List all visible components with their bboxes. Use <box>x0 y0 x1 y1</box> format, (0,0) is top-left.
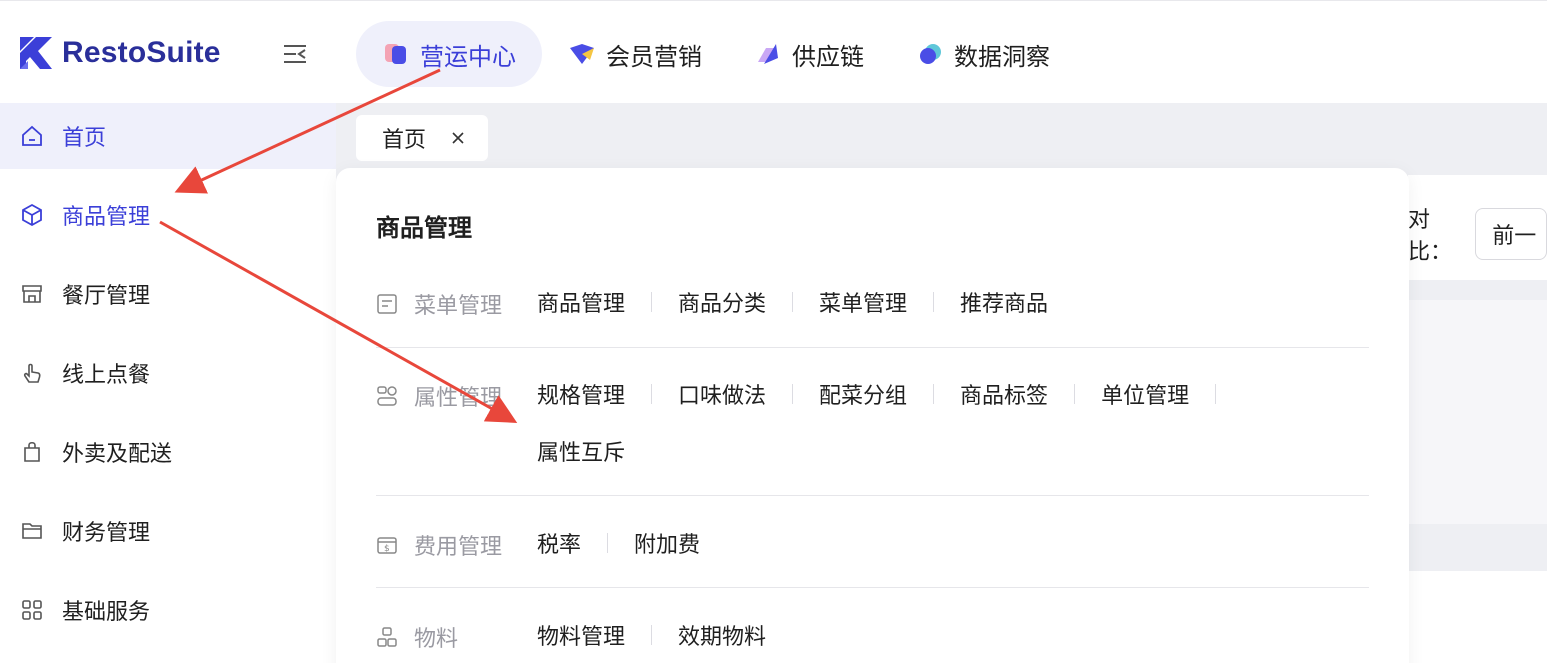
link-recommended-products[interactable]: 推荐商品 <box>960 288 1048 317</box>
sidebar-item-label: 财务管理 <box>62 521 151 546</box>
group-links: 规格管理 口味做法 配菜分组 商品标签 单位管理 <box>537 380 1297 409</box>
link-surcharge[interactable]: 附加费 <box>634 529 700 558</box>
tab-label: 首页 <box>382 128 427 153</box>
link-product-tags[interactable]: 商品标签 <box>960 380 1048 409</box>
group-attribute-management: 属性管理 <box>376 380 502 412</box>
sidebar-item-finance[interactable]: 财务管理 <box>0 498 336 564</box>
compare-control: 对比： 前一 <box>1408 202 1547 266</box>
separator <box>651 292 653 312</box>
group-label: 费用管理 <box>414 535 503 560</box>
sidebar-item-restaurant-management[interactable]: 餐厅管理 <box>0 261 336 327</box>
svg-text:$: $ <box>384 544 390 554</box>
group-menu-management: 菜单管理 <box>376 288 502 320</box>
divider <box>376 347 1369 348</box>
group-fee-management: $ 费用管理 <box>376 529 502 561</box>
link-material-management[interactable]: 物料管理 <box>537 621 625 650</box>
top-header: RestoSuite 营运中心 会员营销 供应链 数据洞察 <box>0 0 1547 103</box>
top-nav-label: 数据洞察 <box>954 42 1050 71</box>
supply-chain-icon <box>758 44 778 64</box>
tap-hand-icon <box>23 363 41 383</box>
top-nav-label: 会员营销 <box>606 42 702 71</box>
panel-title: 商品管理 <box>376 214 472 242</box>
sidebar-item-home[interactable]: 首页 <box>0 103 336 169</box>
group-links-row2: 属性互斥 <box>537 437 1337 466</box>
tab-home[interactable]: 首页 <box>356 115 488 161</box>
separator <box>651 384 653 404</box>
top-nav-operations[interactable]: 营运中心 <box>356 21 542 87</box>
top-nav-data-insight[interactable]: 数据洞察 <box>890 21 1076 87</box>
membership-icon <box>570 44 594 64</box>
sidebar-item-label: 基础服务 <box>62 600 151 625</box>
compare-select-value: 前一 <box>1492 224 1537 249</box>
link-unit-management[interactable]: 单位管理 <box>1101 380 1189 409</box>
sidebar-item-label: 餐厅管理 <box>62 284 151 309</box>
grid-icon <box>22 600 42 620</box>
link-product-management[interactable]: 商品管理 <box>537 288 625 317</box>
top-nav-membership[interactable]: 会员营销 <box>542 21 728 87</box>
group-links: 物料管理 效期物料 <box>537 621 1337 650</box>
link-side-dish-group[interactable]: 配菜分组 <box>819 380 907 409</box>
sidebar-item-product-management[interactable]: 商品管理 <box>0 182 336 248</box>
sidebar-item-label: 商品管理 <box>62 205 151 230</box>
collapse-sidebar-icon[interactable] <box>282 43 308 65</box>
link-product-category[interactable]: 商品分类 <box>678 288 766 317</box>
folder-icon <box>22 523 42 539</box>
sidebar-item-online-ordering[interactable]: 线上点餐 <box>0 340 336 406</box>
group-links: 商品管理 商品分类 菜单管理 推荐商品 <box>537 288 1337 317</box>
link-spec-management[interactable]: 规格管理 <box>537 380 625 409</box>
sidebar-item-label: 首页 <box>62 126 107 151</box>
operations-icon <box>385 44 406 64</box>
divider <box>376 587 1369 588</box>
cube-icon <box>22 203 42 227</box>
background-card <box>1408 300 1547 524</box>
divider <box>376 495 1369 496</box>
restosuite-logo-icon <box>20 37 52 69</box>
separator <box>1215 384 1217 404</box>
group-label: 属性管理 <box>414 386 503 411</box>
separator <box>933 384 935 404</box>
separator <box>792 384 794 404</box>
compare-label: 对比： <box>1408 208 1453 265</box>
link-menu-management[interactable]: 菜单管理 <box>819 288 907 317</box>
home-icon <box>22 125 42 146</box>
shopping-bag-icon <box>24 441 40 462</box>
material-icon <box>377 627 397 647</box>
logo[interactable]: RestoSuite <box>18 35 221 71</box>
product-management-menu-panel: 商品管理 菜单管理 商品管理 商品分类 菜单管理 推荐商品 属性管理 规格管理 … <box>336 168 1409 663</box>
store-icon <box>22 285 42 303</box>
attribute-icon <box>377 386 397 406</box>
separator <box>651 625 653 645</box>
fee-icon: $ <box>377 537 397 554</box>
sidebar: 首页 商品管理 餐厅管理 线上点餐 外卖及配送 财务管理 基础服务 <box>0 103 336 663</box>
top-nav-supply-chain[interactable]: 供应链 <box>728 21 890 87</box>
separator <box>933 292 935 312</box>
sidebar-item-label: 线上点餐 <box>62 363 151 388</box>
data-insight-icon <box>920 44 941 64</box>
menu-doc-icon <box>377 294 397 314</box>
group-label: 物料 <box>414 627 459 652</box>
separator <box>792 292 794 312</box>
separator <box>607 533 609 553</box>
top-nav-label: 营运中心 <box>420 42 516 71</box>
top-nav-label: 供应链 <box>792 42 864 71</box>
sidebar-item-label: 外卖及配送 <box>62 442 173 467</box>
background-card <box>1408 571 1547 663</box>
group-links: 税率 附加费 <box>537 529 1337 558</box>
link-expiry-materials[interactable]: 效期物料 <box>678 621 766 650</box>
link-flavor[interactable]: 口味做法 <box>678 380 766 409</box>
link-tax-rate[interactable]: 税率 <box>537 529 581 558</box>
link-attribute-exclusion[interactable]: 属性互斥 <box>537 437 625 466</box>
sidebar-item-delivery[interactable]: 外卖及配送 <box>0 419 336 485</box>
group-materials: 物料 <box>376 621 458 653</box>
compare-select[interactable]: 前一 <box>1475 208 1547 260</box>
group-label: 菜单管理 <box>414 294 503 319</box>
top-nav: 营运中心 会员营销 供应链 数据洞察 <box>356 21 1076 87</box>
sidebar-item-basic-services[interactable]: 基础服务 <box>0 577 336 643</box>
logo-text: RestoSuite <box>62 36 221 69</box>
close-icon[interactable] <box>450 130 466 146</box>
separator <box>1074 384 1076 404</box>
